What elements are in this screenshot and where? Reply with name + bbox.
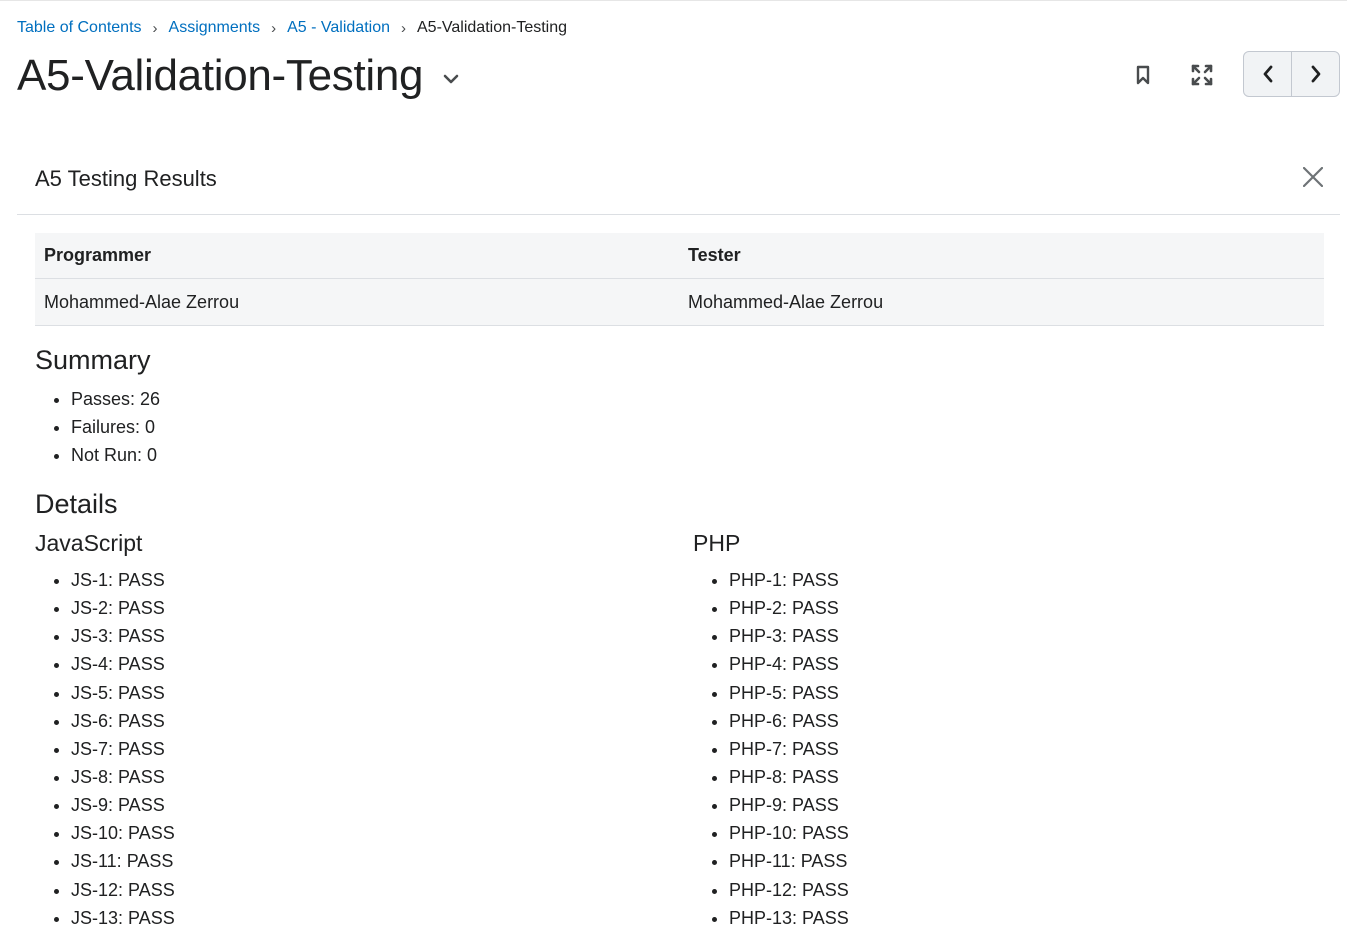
next-topic-button[interactable] — [1291, 52, 1339, 96]
list-item: JS-12: PASS — [71, 876, 175, 904]
list-item: JS-4: PASS — [71, 650, 175, 678]
list-item: Passes: 26 — [71, 385, 160, 413]
list-item: JS-11: PASS — [71, 847, 175, 875]
chevron-left-icon — [1263, 65, 1272, 83]
breadcrumb-current: A5-Validation-Testing — [417, 19, 568, 36]
list-item: PHP-8: PASS — [729, 763, 849, 791]
list-item: JS-1: PASS — [71, 566, 175, 594]
list-item: PHP-3: PASS — [729, 622, 849, 650]
list-item: PHP-5: PASS — [729, 679, 849, 707]
list-item: JS-8: PASS — [71, 763, 175, 791]
details-heading: Details — [35, 489, 118, 519]
column-header-programmer: Programmer — [35, 233, 679, 279]
list-item: JS-2: PASS — [71, 594, 175, 622]
list-item: Not Run: 0 — [71, 441, 160, 469]
people-table: Programmer Tester Mohammed-Alae Zerrou M… — [35, 233, 1324, 326]
list-item: PHP-1: PASS — [729, 566, 849, 594]
summary-heading: Summary — [35, 345, 151, 375]
chevron-down-icon[interactable] — [437, 65, 465, 93]
list-item: Failures: 0 — [71, 413, 160, 441]
table-header-row: Programmer Tester — [35, 233, 1324, 279]
breadcrumb-separator-icon: › — [152, 19, 158, 37]
list-item: PHP-9: PASS — [729, 791, 849, 819]
javascript-heading: JavaScript — [35, 530, 143, 556]
list-item: PHP-4: PASS — [729, 650, 849, 678]
list-item: JS-10: PASS — [71, 819, 175, 847]
list-item: JS-3: PASS — [71, 622, 175, 650]
list-item: JS-9: PASS — [71, 791, 175, 819]
column-header-tester: Tester — [679, 233, 1324, 279]
results-panel-header: A5 Testing Results — [17, 150, 1340, 215]
list-item: JS-13: PASS — [71, 904, 175, 932]
top-divider — [0, 0, 1347, 1]
breadcrumb-separator-icon: › — [271, 19, 277, 37]
list-item: JS-5: PASS — [71, 679, 175, 707]
list-item: PHP-13: PASS — [729, 904, 849, 932]
breadcrumb-link-assignments[interactable]: Assignments — [169, 19, 261, 37]
panel-title: A5 Testing Results — [35, 166, 217, 191]
javascript-results-list: JS-1: PASS JS-2: PASS JS-3: PASS JS-4: P… — [35, 566, 175, 932]
breadcrumb-link-table-of-contents[interactable]: Table of Contents — [17, 19, 142, 37]
php-heading: PHP — [693, 530, 741, 556]
previous-topic-button[interactable] — [1244, 52, 1291, 96]
php-results-list: PHP-1: PASS PHP-2: PASS PHP-3: PASS PHP-… — [693, 566, 849, 932]
breadcrumb: Table of Contents › Assignments › A5 - V… — [17, 17, 567, 39]
breadcrumb-separator-icon: › — [401, 19, 406, 37]
title-row: A5-Validation-Testing — [17, 48, 465, 104]
list-item: PHP-12: PASS — [729, 876, 849, 904]
bookmark-icon[interactable] — [1123, 55, 1163, 95]
list-item: PHP-7: PASS — [729, 735, 849, 763]
list-item: JS-7: PASS — [71, 735, 175, 763]
summary-list: Passes: 26 Failures: 0 Not Run: 0 — [35, 385, 160, 469]
chevron-right-icon — [1311, 65, 1320, 83]
programmer-cell: Mohammed-Alae Zerrou — [35, 278, 679, 326]
breadcrumb-link-a5-validation[interactable]: A5 - Validation — [287, 19, 390, 37]
close-icon[interactable] — [1300, 164, 1326, 190]
fullscreen-icon[interactable] — [1182, 55, 1222, 95]
table-row: Mohammed-Alae Zerrou Mohammed-Alae Zerro… — [35, 278, 1324, 326]
list-item: PHP-2: PASS — [729, 594, 849, 622]
list-item: PHP-6: PASS — [729, 707, 849, 735]
list-item: JS-6: PASS — [71, 707, 175, 735]
list-item: PHP-10: PASS — [729, 819, 849, 847]
page-title: A5-Validation-Testing — [17, 51, 424, 100]
tester-cell: Mohammed-Alae Zerrou — [679, 278, 1324, 326]
list-item: PHP-11: PASS — [729, 847, 849, 875]
topic-navigation — [1243, 51, 1340, 97]
